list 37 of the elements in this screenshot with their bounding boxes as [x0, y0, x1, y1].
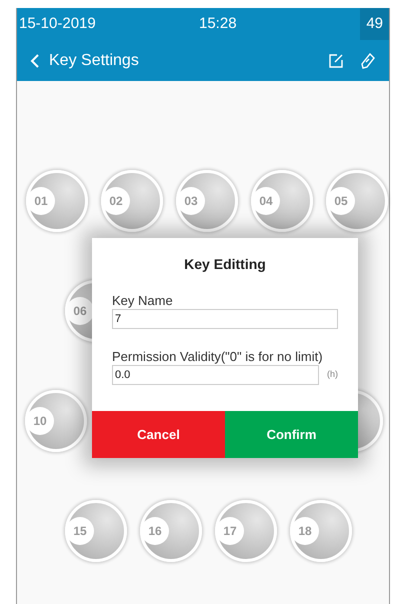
key-number: 10: [26, 407, 54, 435]
dialog-title: Key Editting: [183, 255, 267, 274]
page-title: Key Settings: [49, 50, 139, 70]
key-number: 06: [66, 297, 94, 325]
field-label: Permission Validity("0" is for no limit): [112, 349, 324, 365]
key-button[interactable]: 15: [65, 500, 127, 562]
key-button[interactable]: 10: [25, 390, 87, 452]
input-field[interactable]: 7: [112, 309, 338, 329]
key-number: 18: [291, 517, 319, 545]
key-button[interactable]: 01: [26, 170, 88, 232]
back-button[interactable]: [29, 52, 41, 68]
key-number: 03: [177, 187, 205, 215]
key-number: 17: [216, 517, 244, 545]
key-number: 01: [27, 187, 55, 215]
key-button[interactable]: 02: [101, 170, 163, 232]
key-button[interactable]: 03: [176, 170, 238, 232]
status-date: 15-10-2019: [18, 14, 97, 34]
edit-icon: [329, 54, 343, 68]
cancel-button[interactable]: Cancel: [92, 411, 225, 458]
battery-level: 49: [360, 8, 389, 40]
key-button[interactable]: 04: [251, 170, 313, 232]
field-label: Key Name: [112, 293, 174, 309]
key-number: 16: [141, 517, 169, 545]
key-number: 05: [327, 187, 355, 215]
confirm-button[interactable]: Confirm: [225, 411, 358, 458]
key-number: 02: [102, 187, 130, 215]
key-button[interactable]: 18: [290, 500, 352, 562]
key-button[interactable]: 05: [326, 170, 388, 232]
back-icon: [29, 52, 41, 68]
key-number: 15: [66, 517, 94, 545]
edit-button[interactable]: [329, 54, 343, 68]
key-button[interactable]: 17: [215, 500, 277, 562]
status-time: 15:28: [198, 14, 238, 34]
input-field[interactable]: 0.0: [112, 365, 319, 385]
key-number: 04: [252, 187, 280, 215]
key-button[interactable]: 16: [140, 500, 202, 562]
unit-label: (h): [327, 368, 338, 382]
